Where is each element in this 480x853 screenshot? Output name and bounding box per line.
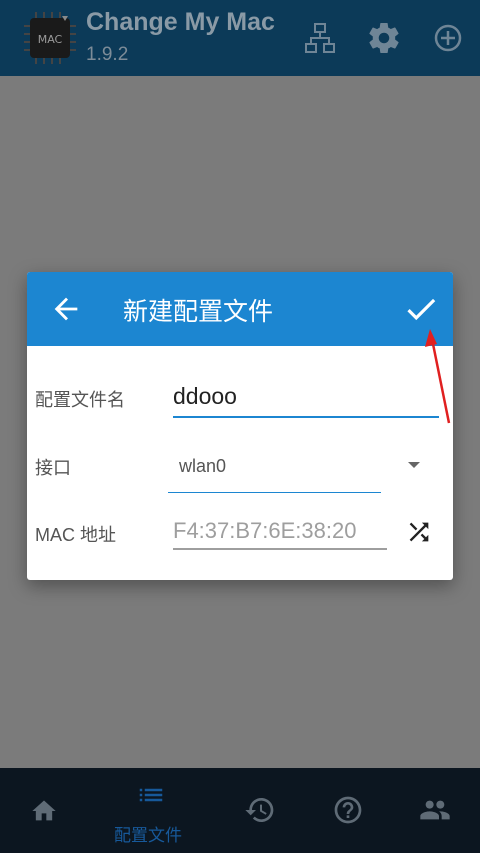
app-logo: MAC xyxy=(24,12,76,64)
mac-address-placeholder: F4:37:B7:6E:38:20 xyxy=(173,518,357,543)
shuffle-icon[interactable] xyxy=(405,518,433,546)
dialog-title: 新建配置文件 xyxy=(123,297,274,326)
profile-name-label: 配置文件名 xyxy=(35,390,125,410)
confirm-check-icon[interactable] xyxy=(402,290,440,328)
interface-value: wlan0 xyxy=(179,456,227,476)
mac-address-label: MAC 地址 xyxy=(35,525,116,545)
nav-item-history[interactable] xyxy=(220,768,300,853)
help-icon xyxy=(334,796,362,824)
profile-name-value: ddooo xyxy=(173,383,237,409)
nav-label-profiles[interactable]: 配置文件 xyxy=(114,821,182,846)
back-arrow-icon[interactable] xyxy=(49,292,83,326)
people-icon xyxy=(420,800,450,820)
add-circle-icon[interactable] xyxy=(430,20,466,56)
nav-item-home[interactable] xyxy=(0,768,90,853)
network-icon[interactable] xyxy=(302,20,338,56)
app-bar: MAC Change My Mac 1.9.2 xyxy=(0,0,480,76)
dialog-header: 新建配置文件 xyxy=(27,272,453,346)
history-icon xyxy=(245,798,274,822)
bottom-navigation: 配置文件 xyxy=(0,768,480,853)
nav-item-help[interactable] xyxy=(310,768,390,853)
profile-name-input[interactable]: ddooo xyxy=(173,380,439,418)
home-icon xyxy=(32,800,56,821)
dropdown-arrow-icon[interactable] xyxy=(407,458,421,472)
gear-icon[interactable] xyxy=(366,20,402,56)
annotation-arrow xyxy=(425,329,451,424)
app-title: Change My Mac xyxy=(86,8,275,36)
nav-item-people[interactable] xyxy=(400,768,480,853)
new-profile-dialog: 新建配置文件 配置文件名 ddooo 接口 wlan0 MAC 地址 F4:37… xyxy=(27,272,453,580)
mac-address-input[interactable]: F4:37:B7:6E:38:20 xyxy=(173,514,387,550)
list-icon xyxy=(139,788,163,802)
app-version: 1.9.2 xyxy=(86,44,129,65)
svg-text:MAC: MAC xyxy=(38,33,63,46)
interface-label: 接口 xyxy=(35,458,71,478)
interface-select[interactable]: wlan0 xyxy=(168,448,381,493)
